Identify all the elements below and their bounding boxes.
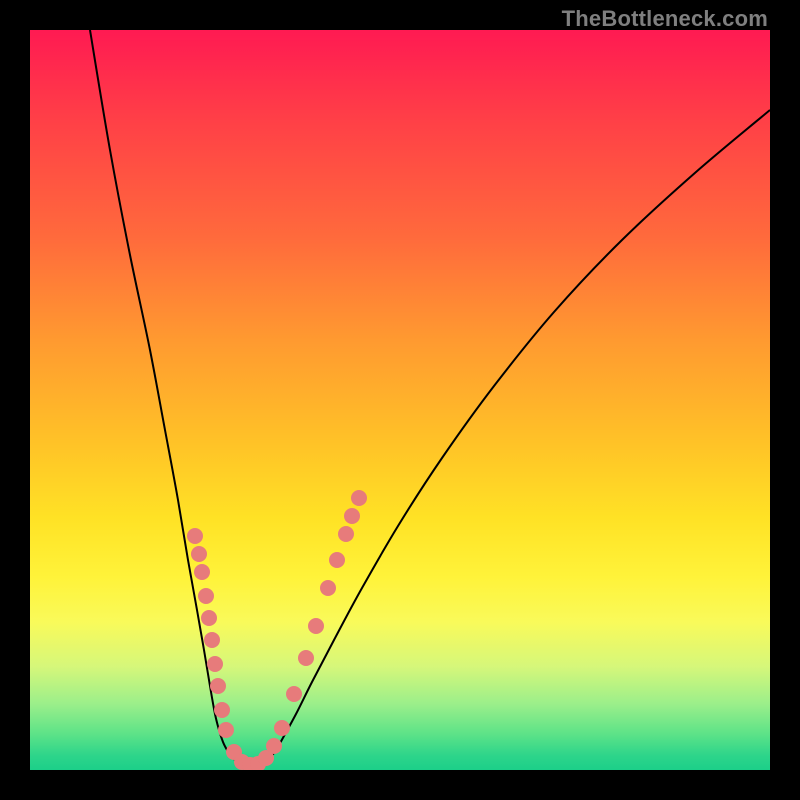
highlight-dot	[344, 508, 360, 524]
chart-frame: TheBottleneck.com	[0, 0, 800, 800]
watermark-text: TheBottleneck.com	[562, 6, 768, 32]
highlight-dot	[338, 526, 354, 542]
plot-area	[30, 30, 770, 770]
highlight-dot	[187, 528, 203, 544]
highlight-dot	[204, 632, 220, 648]
highlight-dot	[191, 546, 207, 562]
right-curve-path	[265, 110, 770, 762]
highlight-dot	[286, 686, 302, 702]
highlight-dot	[218, 722, 234, 738]
chart-svg	[30, 30, 770, 770]
highlight-dot	[329, 552, 345, 568]
highlight-dot	[201, 610, 217, 626]
left-curve-path	[90, 30, 239, 762]
highlight-dot	[207, 656, 223, 672]
highlight-dot	[266, 738, 282, 754]
highlight-dot	[320, 580, 336, 596]
highlight-dot	[274, 720, 290, 736]
highlight-dot	[198, 588, 214, 604]
highlight-dot	[308, 618, 324, 634]
highlight-dot	[298, 650, 314, 666]
highlight-dot	[351, 490, 367, 506]
highlight-dot	[214, 702, 230, 718]
highlight-dot	[210, 678, 226, 694]
highlight-dot	[194, 564, 210, 580]
